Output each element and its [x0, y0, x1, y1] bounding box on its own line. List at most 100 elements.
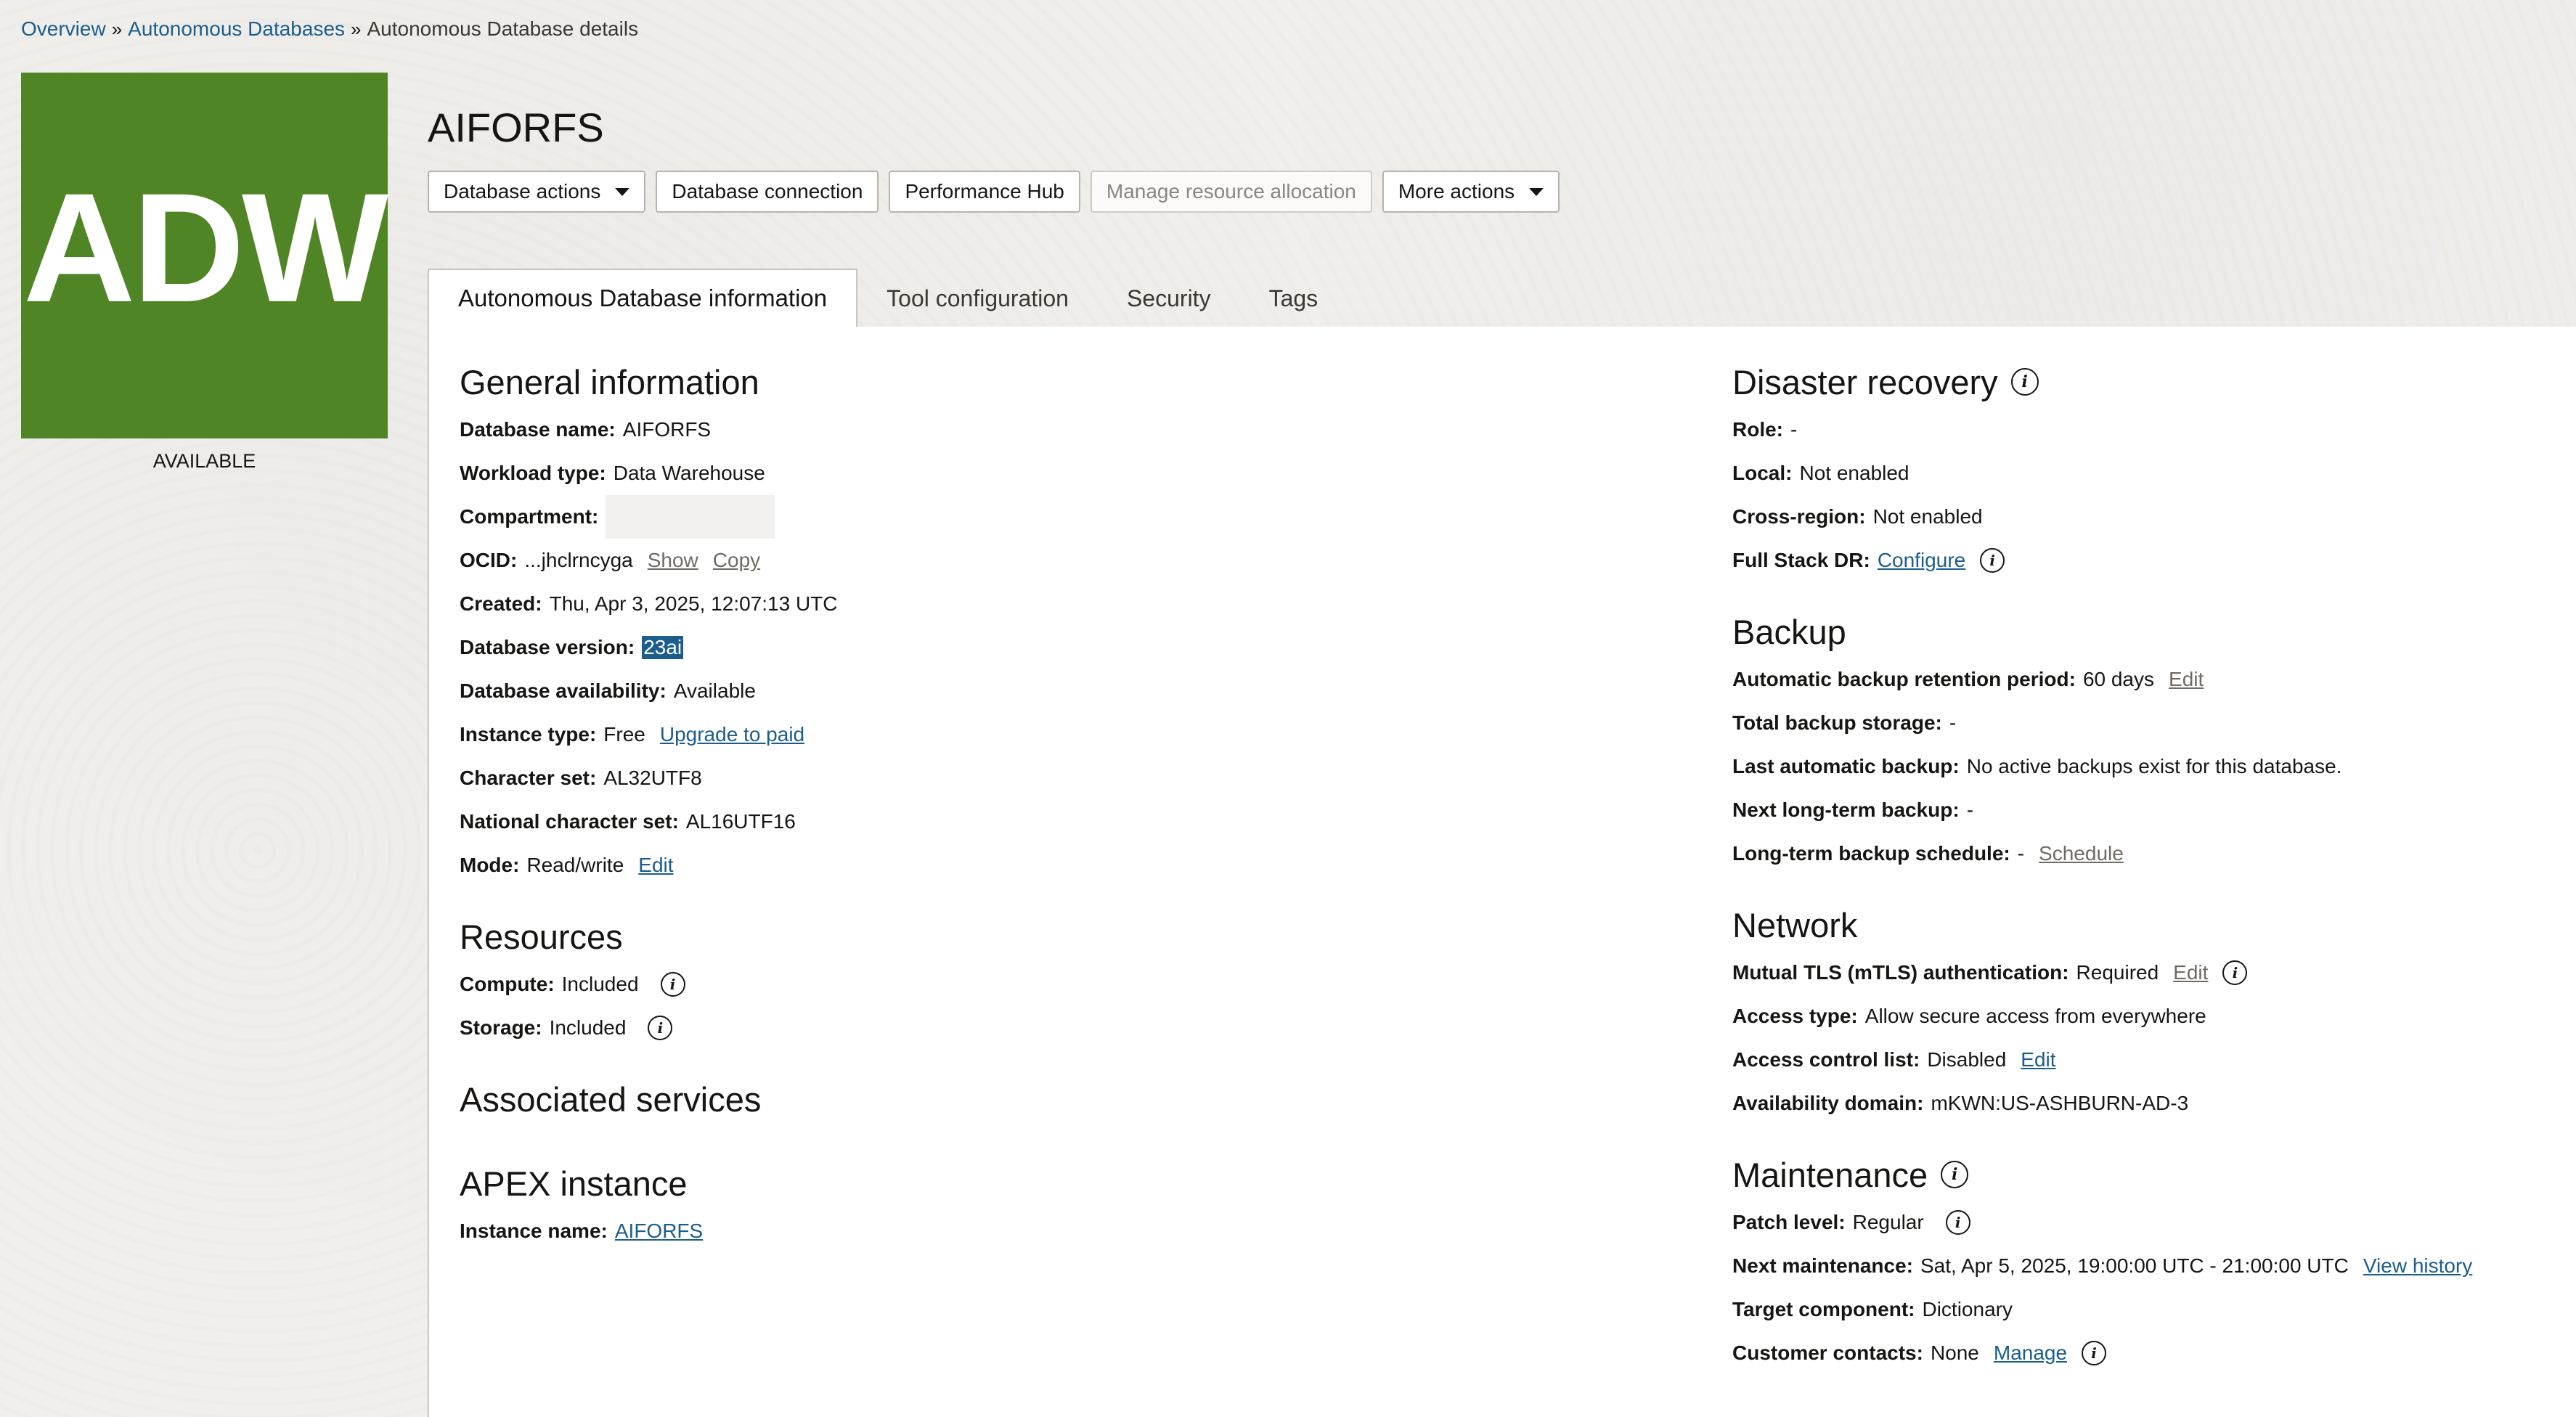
- label: National character set:: [460, 810, 679, 833]
- info-icon[interactable]: i: [1941, 1161, 1969, 1188]
- label: Compartment:: [460, 505, 599, 528]
- label: Total backup storage:: [1732, 711, 1942, 734]
- label: Access control list:: [1732, 1048, 1920, 1071]
- mode-row: Mode: Read/write Edit: [460, 844, 1694, 887]
- retention-edit-link[interactable]: Edit: [2169, 668, 2204, 691]
- info-icon[interactable]: i: [2222, 960, 2248, 985]
- ocid-copy-link[interactable]: Copy: [713, 549, 760, 572]
- customer-contacts-row: Customer contacts: None Manage i: [1732, 1331, 2567, 1375]
- value: 60 days: [2082, 668, 2155, 690]
- value: AIFORFS: [622, 418, 712, 441]
- character-set-row: Character set: AL32UTF8: [460, 756, 1694, 800]
- configure-link[interactable]: Configure: [1878, 549, 1965, 572]
- performance-hub-button[interactable]: Performance Hub: [889, 171, 1080, 213]
- disaster-recovery-title-text: Disaster recovery: [1732, 362, 1998, 401]
- label: Workload type:: [460, 462, 606, 484]
- tab-autonomous-database-information[interactable]: Autonomous Database information: [428, 269, 858, 328]
- patch-level-row: Patch level: Regular i: [1732, 1201, 2567, 1244]
- value: Included: [561, 973, 639, 995]
- info-icon[interactable]: i: [660, 972, 685, 997]
- tab-tool-configuration[interactable]: Tool configuration: [857, 270, 1098, 327]
- tab-security[interactable]: Security: [1098, 270, 1240, 327]
- info-icon[interactable]: i: [2082, 1341, 2107, 1365]
- access-type-row: Access type: Allow secure access from ev…: [1732, 995, 2567, 1038]
- view-history-link[interactable]: View history: [2363, 1254, 2472, 1278]
- last-automatic-backup-row: Last automatic backup: No active backups…: [1732, 745, 2567, 788]
- lifecycle-state: AVAILABLE: [152, 450, 256, 472]
- label: Cross-region:: [1732, 505, 1866, 528]
- label: Storage:: [460, 1016, 542, 1039]
- value: 23ai: [642, 636, 684, 659]
- page-title: AIFORFS: [428, 104, 604, 150]
- label: Patch level:: [1732, 1211, 1846, 1233]
- label: Instance name:: [460, 1220, 608, 1242]
- workload-type-row: Workload type: Data Warehouse: [460, 452, 1694, 495]
- database-actions-button[interactable]: Database actions: [428, 171, 646, 213]
- breadcrumb-separator: »: [111, 17, 123, 40]
- target-component-row: Target component: Dictionary: [1732, 1288, 2567, 1331]
- value: Thu, Apr 3, 2025, 12:07:13 UTC: [549, 592, 838, 615]
- tab-tags[interactable]: Tags: [1240, 270, 1348, 327]
- breadcrumb-autonomous-databases[interactable]: Autonomous Databases: [128, 17, 345, 41]
- value: -: [2017, 842, 2025, 865]
- manage-contacts-link[interactable]: Manage: [1994, 1342, 2067, 1365]
- national-character-set-row: National character set: AL16UTF16: [460, 800, 1694, 844]
- mode-edit-link[interactable]: Edit: [638, 854, 673, 877]
- value: No active backups exist for this databas…: [1966, 755, 2342, 777]
- value: -: [1790, 418, 1798, 441]
- upgrade-to-paid-link[interactable]: Upgrade to paid: [660, 723, 804, 746]
- label: Database availability:: [460, 679, 667, 702]
- adw-logo-tile: ADW: [21, 73, 388, 438]
- apex-instance-link[interactable]: AIFORFS: [615, 1220, 703, 1243]
- value: Not enabled: [1799, 462, 1909, 484]
- info-icon[interactable]: i: [1945, 1210, 1970, 1235]
- schedule-link[interactable]: Schedule: [2039, 842, 2124, 865]
- label: Role:: [1732, 418, 1783, 441]
- info-icon[interactable]: i: [1980, 548, 2005, 573]
- maintenance-title: Maintenance i: [1732, 1148, 2567, 1201]
- apex-instance-name-row: Instance name: AIFORFS: [460, 1209, 1694, 1253]
- label: OCID:: [460, 549, 518, 571]
- apex-instance-title: APEX instance: [460, 1164, 688, 1203]
- general-information-title: General information: [460, 362, 759, 401]
- label: Next maintenance:: [1732, 1254, 1913, 1277]
- role-row: Role: -: [1732, 408, 2567, 452]
- resources-title: Resources: [460, 917, 623, 956]
- label: Character set:: [460, 767, 597, 789]
- action-bar: Database actions Database connection Per…: [428, 171, 1560, 213]
- right-column: Disaster recovery i Role: - Local: Not e…: [1732, 356, 2567, 1375]
- value: -: [1949, 711, 1957, 734]
- acl-edit-link[interactable]: Edit: [2021, 1048, 2055, 1071]
- storage-row: Storage: Included i: [460, 1006, 1694, 1050]
- label: Long-term backup schedule:: [1732, 842, 2010, 865]
- database-name-row: Database name: AIFORFS: [460, 408, 1694, 452]
- ocid-show-link[interactable]: Show: [648, 549, 698, 572]
- label: Created:: [460, 592, 542, 615]
- caret-down-icon: [615, 187, 630, 196]
- info-icon[interactable]: i: [2010, 368, 2039, 396]
- more-actions-button[interactable]: More actions: [1382, 171, 1560, 213]
- backup-title: Backup: [1732, 612, 1846, 651]
- value: Regular: [1852, 1211, 1924, 1233]
- compartment-row: Compartment:: [460, 495, 1694, 539]
- ocid-row: OCID: ...jhclrncyga Show Copy: [460, 539, 1694, 582]
- value: Not enabled: [1872, 505, 1983, 528]
- value: Sat, Apr 5, 2025, 19:00:00 UTC - 21:00:0…: [1920, 1254, 2349, 1277]
- label: Automatic backup retention period:: [1732, 668, 2076, 690]
- mtls-row: Mutual TLS (mTLS) authentication: Requir…: [1732, 951, 2567, 995]
- left-column: General information Database name: AIFOR…: [460, 356, 1694, 1253]
- full-stack-dr-row: Full Stack DR: Configure i: [1732, 539, 2567, 582]
- database-availability-row: Database availability: Available: [460, 669, 1694, 713]
- database-connection-button[interactable]: Database connection: [656, 171, 879, 213]
- manage-resource-allocation-button[interactable]: Manage resource allocation: [1090, 171, 1372, 213]
- mtls-edit-link[interactable]: Edit: [2173, 961, 2208, 984]
- info-icon[interactable]: i: [648, 1016, 673, 1040]
- breadcrumb-overview[interactable]: Overview: [21, 17, 106, 41]
- value: Disabled: [1927, 1048, 2007, 1071]
- value: Data Warehouse: [613, 462, 765, 484]
- database-actions-label: Database actions: [444, 180, 601, 203]
- value: Allow secure access from everywhere: [1864, 1005, 2206, 1027]
- label: Availability domain:: [1732, 1092, 1924, 1114]
- long-term-backup-schedule-row: Long-term backup schedule: - Schedule: [1732, 832, 2567, 875]
- maintenance-title-text: Maintenance: [1732, 1155, 1928, 1194]
